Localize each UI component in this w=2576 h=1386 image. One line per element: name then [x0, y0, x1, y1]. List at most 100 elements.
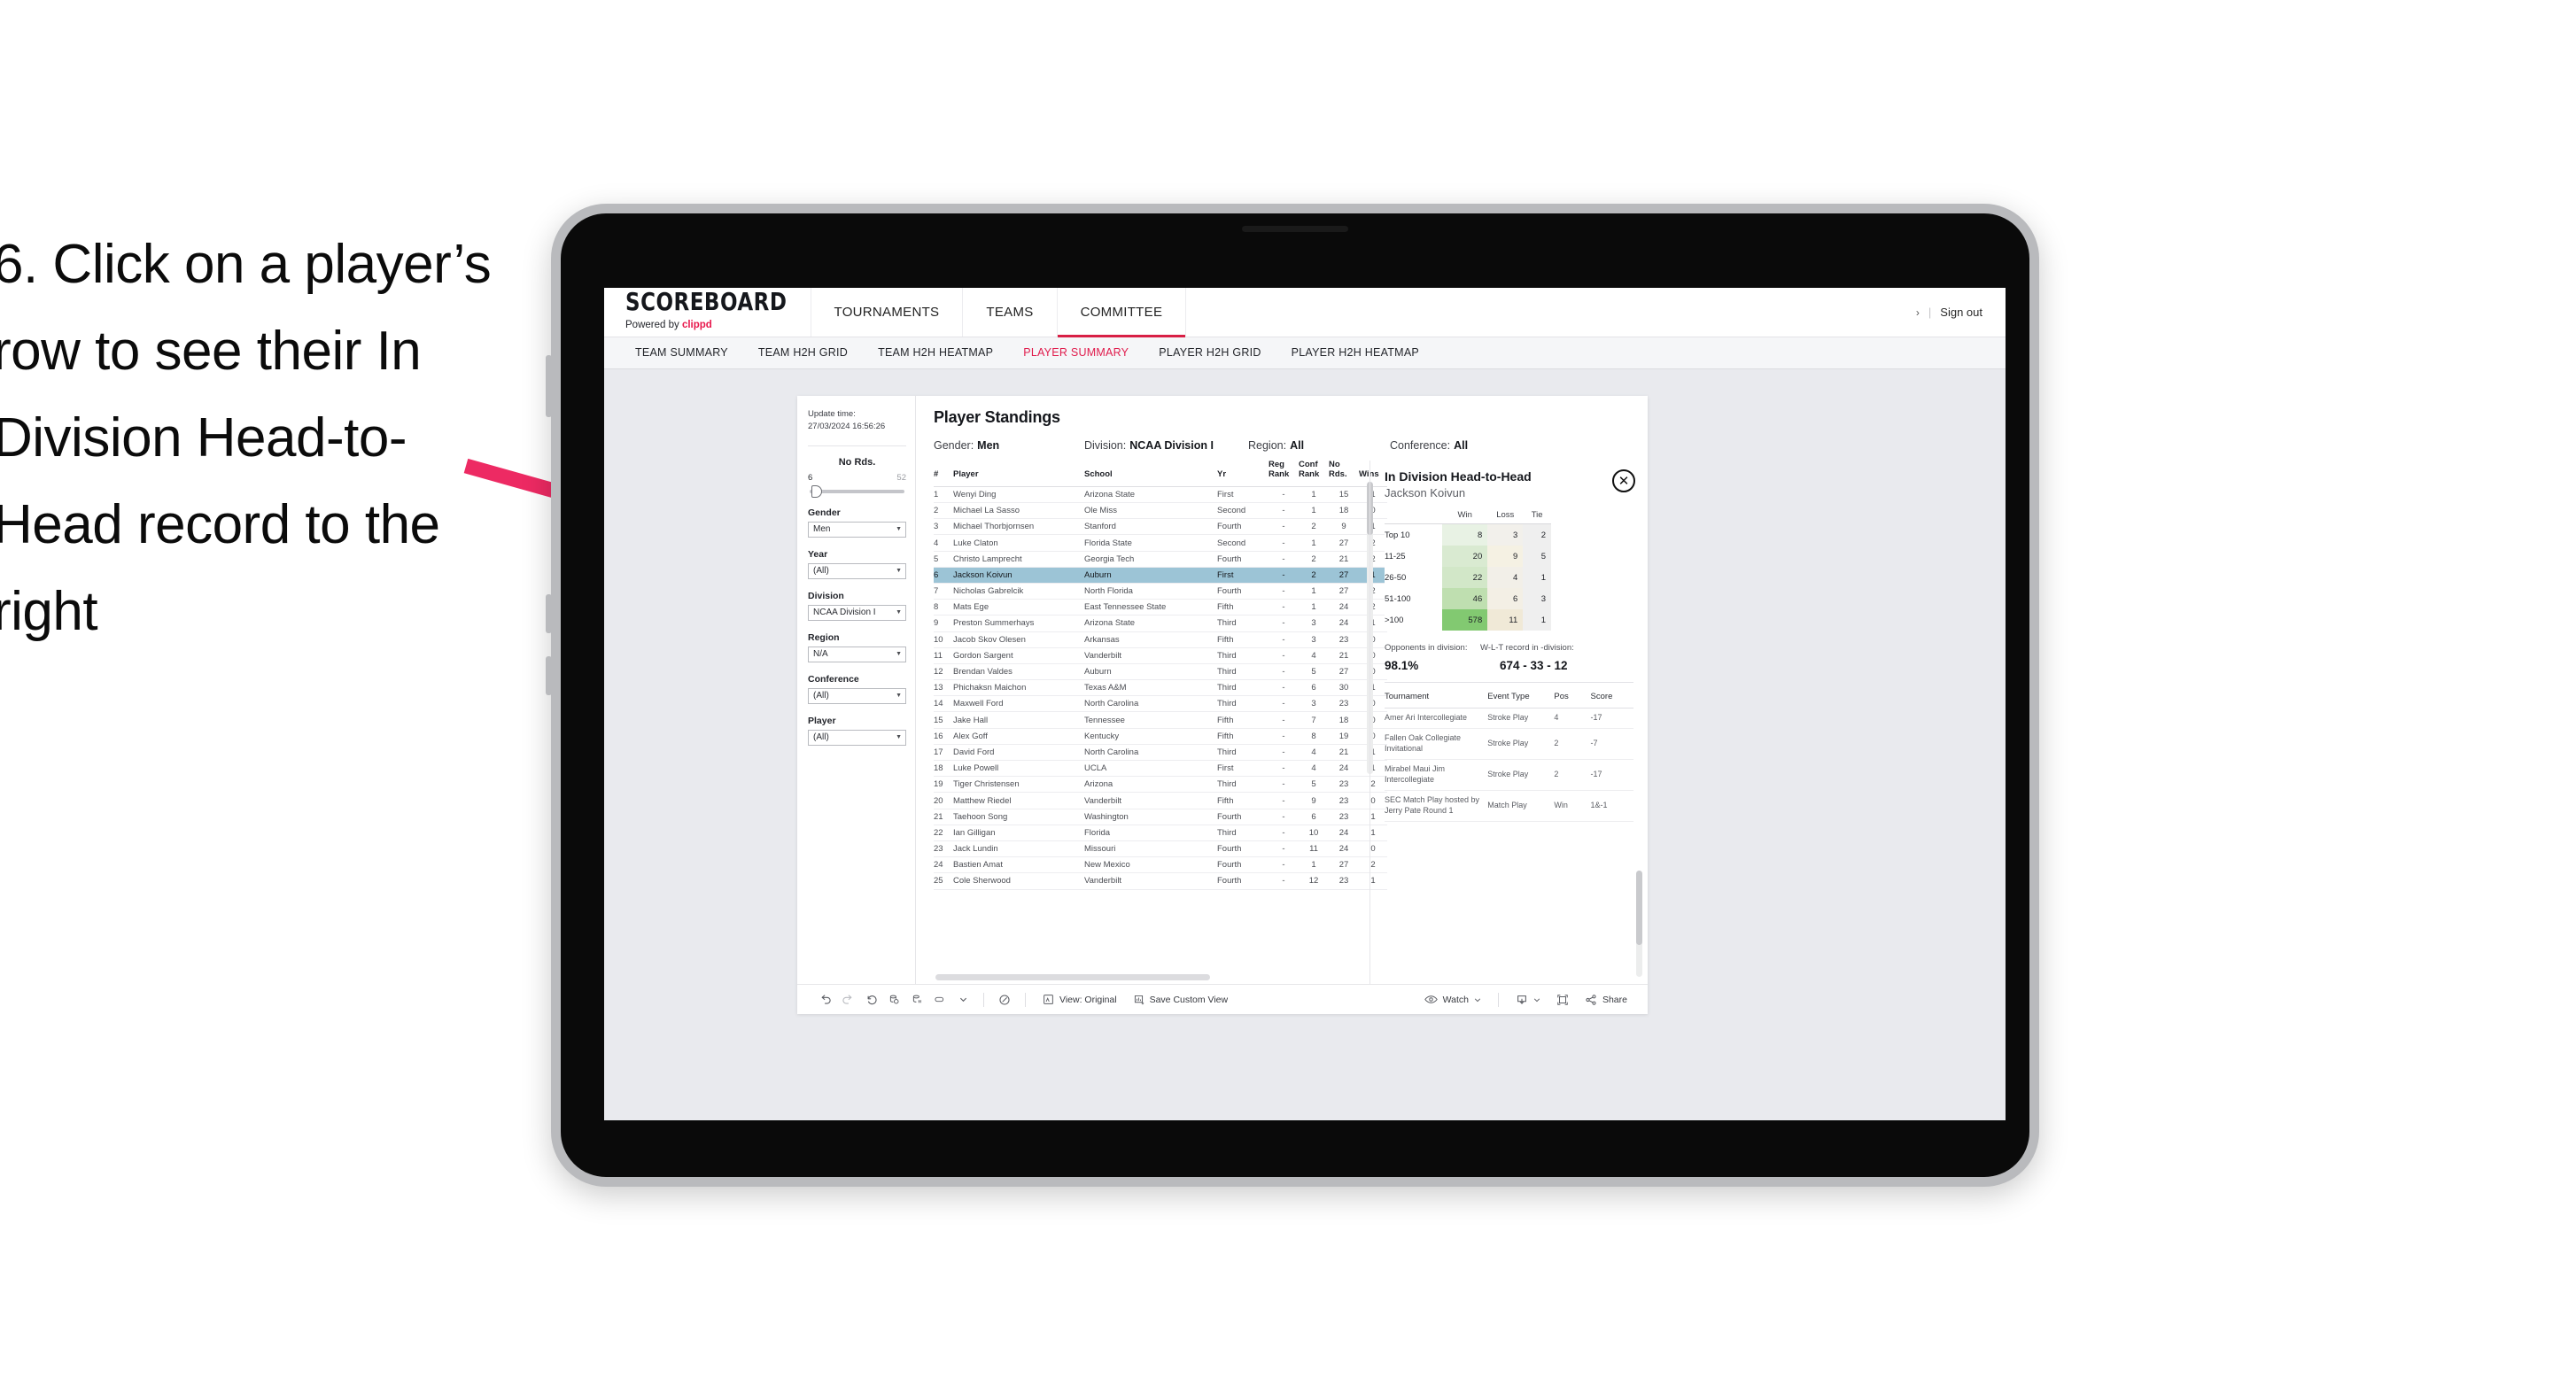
nav-tab-committee[interactable]: COMMITTEE — [1057, 288, 1187, 337]
filter-region-select[interactable]: N/A ▼ — [808, 646, 906, 662]
chevron-right-icon[interactable]: › — [1916, 306, 1920, 319]
cell-no-rds: 24 — [1329, 840, 1359, 858]
refresh-data-icon[interactable] — [882, 990, 905, 1010]
table-row[interactable]: 5 Christo Lamprecht Georgia Tech Fourth -2 21… — [934, 551, 1387, 568]
standings-horizontal-scrollbar[interactable] — [935, 974, 1343, 980]
tournament-scrollbar[interactable] — [1636, 871, 1642, 977]
nav-tab-teams[interactable]: TEAMS — [963, 288, 1058, 337]
redo-icon[interactable] — [836, 990, 859, 1010]
subtab-team-summary[interactable]: TEAM SUMMARY — [620, 347, 743, 359]
h2h-matrix-body: Top 10 8 3 2 11-25 20 9 5 26-50 22 4 1 51-100 46 6 3 >10… — [1385, 523, 1551, 631]
brand-logo[interactable]: SCOREBOARD Powered by clippd — [604, 288, 811, 337]
update-time-label: Update time: — [808, 409, 856, 419]
main-nav: TOURNAMENTS TEAMS COMMITTEE — [811, 288, 1187, 337]
table-row[interactable]: 10Jacob Skov OlesenArkansasFifth-3230 — [934, 631, 1387, 648]
cell-score: -17 — [1590, 708, 1633, 729]
col-pos[interactable]: Pos — [1554, 685, 1591, 708]
table-row[interactable]: 11Gordon SargentVanderbiltThird-4210 — [934, 647, 1387, 664]
table-row[interactable]: 23 Jack Lundin Missouri Fourth -11 24 0 — [934, 840, 1387, 858]
watch-button[interactable]: Watch — [1416, 994, 1489, 1005]
table-row[interactable]: 1Wenyi DingArizona StateFirst-1151 — [934, 486, 1387, 504]
col-reg-rank[interactable]: Reg Rank — [1269, 460, 1299, 486]
h2h-row: 11-25 20 9 5 — [1385, 546, 1551, 567]
table-row[interactable]: 19 Tiger Christensen Arizona Third -5 23 2 — [934, 776, 1387, 794]
cell-yr: Fourth — [1217, 518, 1269, 536]
table-row[interactable]: 15Jake HallTennesseeFifth-7180 — [934, 711, 1387, 729]
table-row[interactable]: 13Phichaksn MaichonTexas A&MThird-6301 — [934, 679, 1387, 697]
col-event-type[interactable]: Event Type — [1487, 685, 1555, 708]
table-row[interactable]: 17David FordNorth CarolinaThird-4211 — [934, 744, 1387, 762]
revert-icon[interactable] — [859, 990, 882, 1010]
filter-player-select[interactable]: (All) ▼ — [808, 729, 906, 746]
table-row[interactable]: 22 Ian Gilligan Florida Third -10 24 1 — [934, 825, 1387, 841]
sign-out-link[interactable]: Sign out — [1940, 306, 1982, 319]
col-score[interactable]: Score — [1590, 685, 1633, 708]
table-row[interactable]: 20 Matthew Riedel Vanderbilt Fifth -9 23 0 — [934, 792, 1387, 809]
subtab-player-h2h-grid[interactable]: PLAYER H2H GRID — [1144, 347, 1276, 359]
col-yr[interactable]: Yr — [1217, 461, 1269, 486]
table-row[interactable]: 7 Nicholas Gabrelcik North Florida Fourth -1… — [934, 583, 1387, 600]
subtab-team-h2h-heatmap[interactable]: TEAM H2H HEATMAP — [863, 347, 1008, 359]
subtab-player-summary[interactable]: PLAYER SUMMARY — [1008, 347, 1144, 359]
table-row[interactable]: 12Brendan ValdesAuburnThird-5270 — [934, 663, 1387, 681]
table-row[interactable]: 21 Taehoon Song Washington Fourth -6 23 1 — [934, 809, 1387, 825]
table-row[interactable]: 4Luke ClatonFlorida StateSecond-1272 — [934, 534, 1387, 552]
subtab-player-h2h-heatmap[interactable]: PLAYER H2H HEATMAP — [1276, 347, 1434, 359]
cell-school: Florida — [1084, 825, 1217, 841]
col-reg-l1: Reg — [1269, 460, 1284, 469]
tournament-row[interactable]: SEC Match Play hosted by Jerry Pate Roun… — [1385, 790, 1633, 822]
col-no-rds[interactable]: No Rds. — [1329, 460, 1359, 486]
filter-year-select[interactable]: (All) ▼ — [808, 562, 906, 579]
cell-reg-rank: - — [1269, 728, 1299, 745]
table-row[interactable]: 16Alex GoffKentuckyFifth-8190 — [934, 728, 1387, 745]
cell-conf-rank: 4 — [1299, 647, 1329, 664]
table-row[interactable]: 6Jackson KoivunAuburnFirst-2271 — [934, 567, 1387, 584]
table-row[interactable]: 8Mats EgeEast Tennessee StateFifth-1242 — [934, 599, 1387, 616]
col-player[interactable]: Player — [953, 461, 1084, 486]
tournament-row[interactable]: Mirabel Maui Jim Intercollegiate Stroke P… — [1385, 759, 1633, 791]
filter-division-select[interactable]: NCAA Division I ▼ — [808, 604, 906, 621]
table-row[interactable]: 14Maxwell FordNorth CarolinaThird-3230 — [934, 695, 1387, 713]
pause-updates-icon[interactable] — [905, 990, 928, 1010]
slider-handle[interactable] — [811, 484, 822, 498]
table-row[interactable]: 24 Bastien Amat New Mexico Fourth -1 27 2 — [934, 856, 1387, 874]
col-conf-rank[interactable]: Conf Rank — [1299, 460, 1329, 486]
share-button[interactable]: Share — [1577, 994, 1635, 1006]
download-button[interactable] — [1508, 994, 1548, 1006]
view-shape-icon[interactable] — [928, 990, 951, 1010]
cell-conf-rank: 9 — [1299, 792, 1329, 809]
dropdown-caret-icon[interactable] — [951, 990, 974, 1010]
cell-player: Michael La Sasso — [953, 502, 1084, 520]
col-rank[interactable]: # — [934, 461, 953, 486]
tournament-row[interactable]: Fallen Oak Collegiate Invitational Stroke… — [1385, 728, 1633, 760]
cell-no-rds: 23 — [1329, 631, 1359, 648]
cell-conf-rank: 10 — [1299, 825, 1329, 841]
undo-icon[interactable] — [813, 990, 836, 1010]
cell-player: Bastien Amat — [953, 856, 1084, 874]
cell-reg-rank: - — [1269, 679, 1299, 697]
cell-conf-rank: 2 — [1299, 567, 1329, 584]
save-custom-view-button[interactable]: Save Custom View — [1125, 994, 1237, 1005]
col-school[interactable]: School — [1084, 461, 1217, 486]
col-tournament[interactable]: Tournament — [1385, 685, 1488, 708]
close-icon[interactable]: ✕ — [1612, 469, 1635, 492]
dashboard-body: Update time: 27/03/2024 16:56:26 No Rds.… — [797, 396, 1648, 984]
no-rounds-slider[interactable] — [810, 484, 904, 498]
table-row[interactable]: 2Michael La SassoOle MissSecond-1180 — [934, 502, 1387, 520]
table-row[interactable]: 3Michael ThorbjornsenStanfordFourth-291 — [934, 518, 1387, 536]
filter-conference-select[interactable]: (All) ▼ — [808, 687, 906, 704]
cell-no-rds: 24 — [1329, 825, 1359, 841]
table-row[interactable]: 25 Cole Sherwood Vanderbilt Fourth -12 23 1 — [934, 872, 1387, 890]
table-row[interactable]: 18Luke PowellUCLAFirst-4241 — [934, 760, 1387, 778]
cell-school: North Carolina — [1084, 695, 1217, 713]
tournament-row[interactable]: Amer Ari Intercollegiate Stroke Play 4 -17 — [1385, 708, 1633, 729]
view-original-button[interactable]: View: Original — [1035, 994, 1125, 1005]
table-row[interactable]: 9 Preston Summerhays Arizona State Third -3 2… — [934, 615, 1387, 632]
dashboard-clock-icon[interactable] — [993, 990, 1016, 1010]
filter-gender-select[interactable]: Men ▼ — [808, 521, 906, 538]
nav-tab-tournaments[interactable]: TOURNAMENTS — [811, 288, 964, 337]
subtab-team-h2h-grid[interactable]: TEAM H2H GRID — [743, 347, 863, 359]
summary-conference-label: Conference: — [1390, 439, 1451, 452]
cell-event-type: Match Play — [1487, 790, 1555, 822]
fullscreen-button[interactable] — [1548, 994, 1577, 1006]
